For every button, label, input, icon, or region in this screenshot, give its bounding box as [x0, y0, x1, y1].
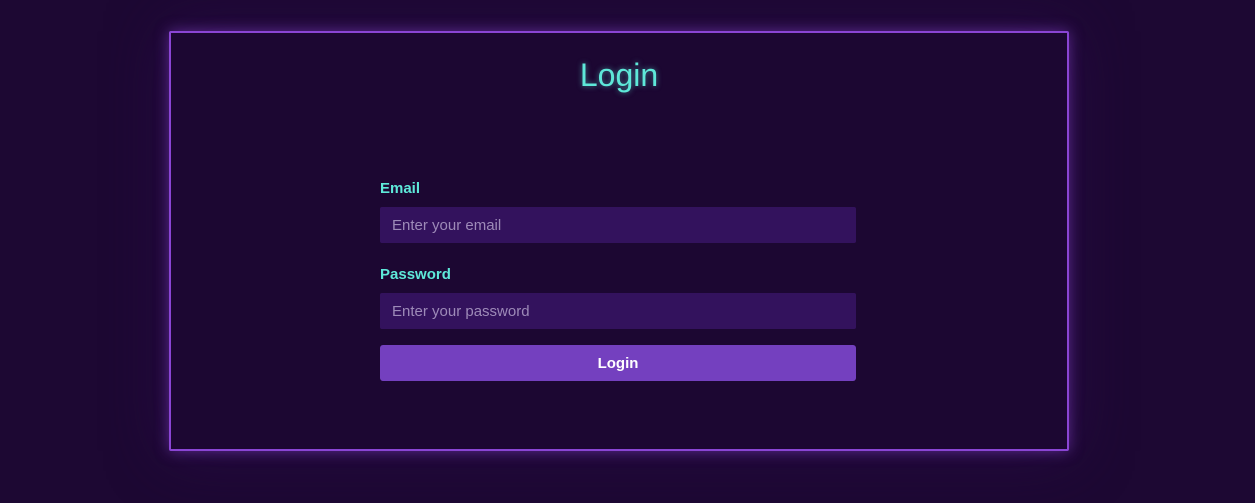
login-button[interactable]: Login	[380, 345, 856, 381]
email-label: Email	[380, 180, 421, 197]
email-field[interactable]	[380, 207, 856, 243]
login-form: Email Password Login	[380, 179, 856, 381]
password-label: Password	[380, 266, 451, 283]
login-panel: Login Email Password Login	[169, 31, 1069, 451]
password-field[interactable]	[380, 293, 856, 329]
page-title: Login	[579, 57, 659, 93]
